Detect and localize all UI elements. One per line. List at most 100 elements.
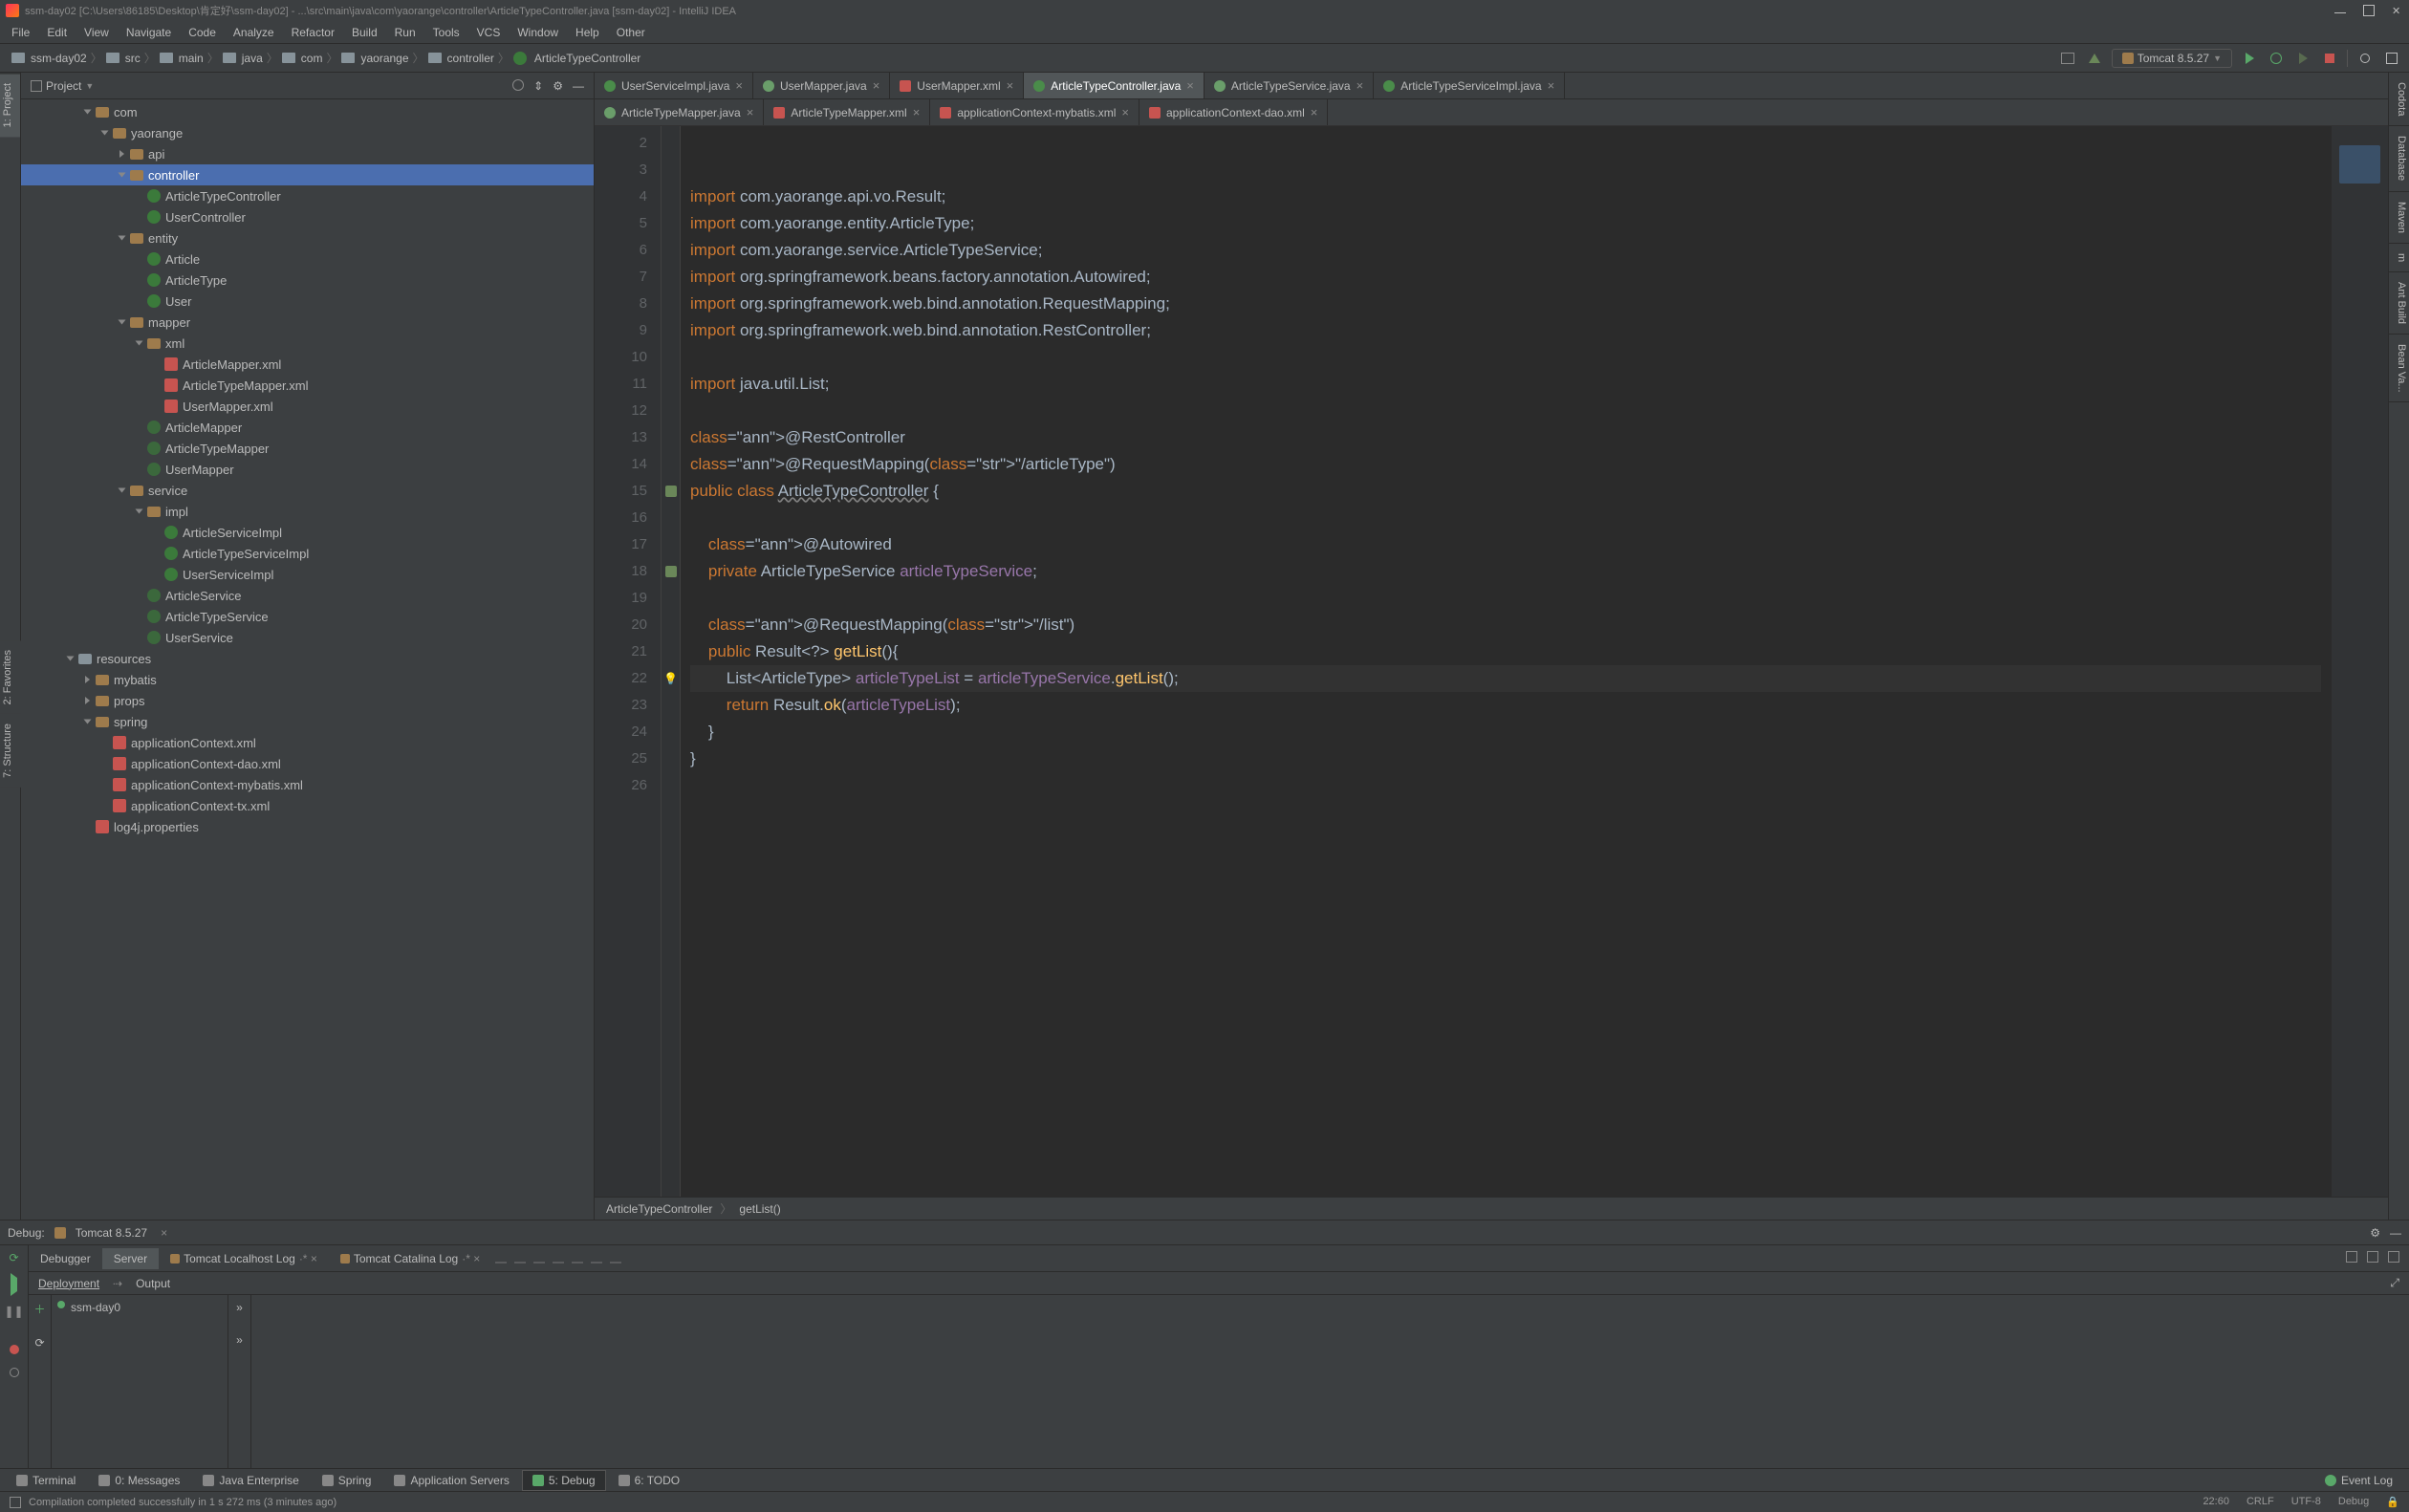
evaluate-icon[interactable] [606, 1249, 625, 1268]
cursor-position[interactable]: 22:60 [2203, 1496, 2229, 1508]
debug-tab-debugger[interactable]: Debugger [29, 1248, 102, 1269]
layout-icon[interactable] [2346, 1251, 2357, 1265]
pause-icon[interactable]: ❚❚ [4, 1305, 23, 1318]
twisty-icon[interactable] [132, 505, 145, 518]
deploy-plus-icon[interactable]: ＋ [33, 1301, 45, 1317]
debug-tab-server[interactable]: Server [102, 1248, 159, 1269]
menu-tools[interactable]: Tools [425, 24, 467, 41]
close-icon[interactable]: ·* × [462, 1252, 480, 1265]
mute-icon[interactable] [10, 1368, 19, 1377]
gear-icon[interactable]: ⚙ [553, 79, 563, 93]
tree-item-articletypemapper-xml[interactable]: ArticleTypeMapper.xml [21, 375, 594, 396]
menu-run[interactable]: Run [387, 24, 423, 41]
tree-item-user[interactable]: User [21, 291, 594, 312]
tree-item-applicationcontext-mybatis-xml[interactable]: applicationContext-mybatis.xml [21, 774, 594, 795]
deploy-refresh-icon[interactable]: ⟳ [34, 1336, 44, 1350]
menu-window[interactable]: Window [510, 24, 566, 41]
right-tool-database[interactable]: Database [2389, 126, 2409, 191]
chevron-down-icon[interactable]: ▼ [85, 81, 94, 91]
tree-item-service[interactable]: service [21, 480, 594, 501]
intention-bulb-icon[interactable]: 💡 [663, 665, 678, 692]
close-icon[interactable]: × [735, 78, 743, 93]
status-icon[interactable] [10, 1497, 21, 1508]
expand-all-icon[interactable]: » [236, 1301, 243, 1314]
tab-applicationcontext-dao-xml[interactable]: applicationContext-dao.xml× [1139, 99, 1328, 125]
collapse-all-icon[interactable]: » [236, 1333, 243, 1347]
tab-articletypeserviceimpl-java[interactable]: ArticleTypeServiceImpl.java× [1374, 73, 1565, 98]
close-icon[interactable]: × [161, 1226, 167, 1240]
minimap[interactable] [2331, 126, 2388, 1197]
close-icon[interactable]: × [873, 78, 880, 93]
close-icon[interactable]: × [1311, 105, 1318, 119]
bottom-tab-application-servers[interactable]: Application Servers [383, 1470, 519, 1491]
search-everywhere[interactable] [2355, 49, 2375, 68]
tree-item-entity[interactable]: entity [21, 227, 594, 248]
threads-icon[interactable] [2367, 1251, 2378, 1265]
window-maximize[interactable] [2363, 5, 2375, 16]
debug-button[interactable] [2267, 49, 2286, 68]
crumb-method[interactable]: getList() [739, 1202, 780, 1216]
lock-icon[interactable]: 🔒 [2386, 1496, 2399, 1508]
close-icon[interactable]: ·* × [299, 1252, 317, 1265]
editor-crumb-bar[interactable]: ArticleTypeController 〉 getList() [595, 1197, 2388, 1220]
hide-icon[interactable]: — [573, 79, 584, 93]
tree-item-com[interactable]: com [21, 101, 594, 122]
twisty-icon[interactable] [80, 105, 94, 119]
menu-help[interactable]: Help [568, 24, 607, 41]
twisty-icon[interactable] [115, 315, 128, 329]
bottom-tab-6--todo[interactable]: 6: TODO [608, 1470, 691, 1491]
run-button[interactable] [2240, 49, 2259, 68]
expand-icon[interactable]: ⤢ [2390, 1276, 2399, 1290]
twisty-icon[interactable] [63, 652, 76, 665]
right-tool-bean-va---[interactable]: Bean Va... [2389, 335, 2409, 403]
menu-navigate[interactable]: Navigate [119, 24, 179, 41]
tree-item-spring[interactable]: spring [21, 711, 594, 732]
hide-icon[interactable]: — [2390, 1226, 2401, 1240]
tree-item-applicationcontext-dao-xml[interactable]: applicationContext-dao.xml [21, 753, 594, 774]
settings-icon[interactable] [2388, 1251, 2399, 1265]
tree-item-articlemapper-xml[interactable]: ArticleMapper.xml [21, 354, 594, 375]
crumb-yaorange[interactable]: yaorange [341, 52, 408, 65]
window-minimize[interactable] [2334, 12, 2346, 13]
tab-userserviceimpl-java[interactable]: UserServiceImpl.java× [595, 73, 753, 98]
tab-usermapper-java[interactable]: UserMapper.java× [753, 73, 890, 98]
rerun-icon[interactable]: ⟳ [9, 1251, 18, 1264]
window-close[interactable]: ✕ [2392, 5, 2403, 16]
ide-settings-icon[interactable] [2382, 49, 2401, 68]
tree-item-usermapper-xml[interactable]: UserMapper.xml [21, 396, 594, 417]
tree-item-api[interactable]: api [21, 143, 594, 164]
crumb-class[interactable]: ArticleTypeController [606, 1202, 712, 1216]
menu-other[interactable]: Other [609, 24, 653, 41]
tab-articletypeservice-java[interactable]: ArticleTypeService.java× [1204, 73, 1374, 98]
run-config-dropdown[interactable]: Tomcat 8.5.27 ▼ [2112, 49, 2232, 68]
tree-item-articletypecontroller[interactable]: ArticleTypeController [21, 185, 594, 206]
tab-articletypecontroller-java[interactable]: ArticleTypeController.java× [1024, 73, 1204, 98]
close-icon[interactable]: × [747, 105, 754, 119]
twisty-icon[interactable] [115, 147, 128, 161]
subtab-deployment[interactable]: Deployment [38, 1277, 99, 1290]
tree-item-userserviceimpl[interactable]: UserServiceImpl [21, 564, 594, 585]
tree-item-controller[interactable]: controller [21, 164, 594, 185]
gutter-marks[interactable]: 💡 [662, 126, 681, 1197]
tree-item-article[interactable]: Article [21, 248, 594, 270]
crumb-com[interactable]: com [282, 52, 323, 65]
collapse-icon[interactable]: ⇕ [533, 79, 543, 93]
tree-item-yaorange[interactable]: yaorange [21, 122, 594, 143]
twisty-icon[interactable] [115, 231, 128, 245]
tree-item-applicationcontext-xml[interactable]: applicationContext.xml [21, 732, 594, 753]
crumb-ssm-day02[interactable]: ssm-day02 [11, 52, 87, 65]
encoding[interactable]: UTF-8 [2291, 1496, 2321, 1508]
step-into-force-icon[interactable] [530, 1249, 549, 1268]
gear-icon[interactable]: ⚙ [2370, 1226, 2380, 1240]
step-out-icon[interactable] [549, 1249, 568, 1268]
tab-articletypemapper-java[interactable]: ArticleTypeMapper.java× [595, 99, 764, 125]
gutter-run-icon[interactable] [665, 566, 677, 577]
twisty-icon[interactable] [115, 168, 128, 182]
tree-item-log4j-properties[interactable]: log4j.properties [21, 816, 594, 837]
tree-item-impl[interactable]: impl [21, 501, 594, 522]
tree-item-userservice[interactable]: UserService [21, 627, 594, 648]
close-icon[interactable]: × [1548, 78, 1555, 93]
drop-frame-icon[interactable] [568, 1249, 587, 1268]
tree-item-articletypemapper[interactable]: ArticleTypeMapper [21, 438, 594, 459]
tree-item-mybatis[interactable]: mybatis [21, 669, 594, 690]
